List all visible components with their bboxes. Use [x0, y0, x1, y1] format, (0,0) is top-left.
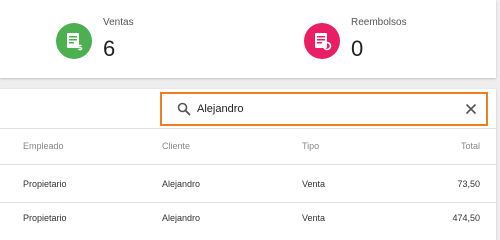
close-icon[interactable] [465, 103, 477, 115]
receipt-refund-icon [304, 23, 340, 59]
column-header-type[interactable]: Tipo [302, 141, 319, 151]
row-type: Venta [302, 213, 326, 223]
receipts-list: Empleado Cliente Tipo Total Propietario … [0, 89, 496, 240]
divider [0, 202, 496, 203]
sales-count: 6 [103, 36, 116, 61]
search-box[interactable] [160, 92, 488, 126]
divider [0, 128, 496, 129]
sales-label: Ventas [103, 17, 134, 28]
row-employee: Propietario [23, 213, 67, 223]
column-header-client[interactable]: Cliente [162, 141, 190, 151]
row-employee: Propietario [23, 179, 67, 189]
refunds-stat[interactable]: Reembolsos 0 [248, 0, 496, 78]
row-client: Alejandro [162, 213, 201, 223]
row-client: Alejandro [162, 179, 201, 189]
column-header-employee[interactable]: Empleado [23, 141, 64, 151]
row-total: 474,50 [452, 213, 480, 223]
row-type: Venta [302, 179, 326, 189]
row-total: 73,50 [457, 179, 480, 189]
divider [0, 164, 496, 165]
refunds-label: Reembolsos [351, 17, 407, 28]
column-header-total[interactable]: Total [461, 141, 480, 151]
refunds-count: 0 [351, 36, 364, 61]
sales-stat[interactable]: $ Ventas 6 [0, 0, 248, 78]
svg-text:$: $ [77, 43, 83, 51]
search-input[interactable] [197, 100, 457, 118]
receipt-dollar-icon: $ [56, 23, 92, 59]
summary-card: $ Ventas 6 Reembolsos 0 [0, 0, 496, 78]
search-icon [177, 102, 191, 116]
